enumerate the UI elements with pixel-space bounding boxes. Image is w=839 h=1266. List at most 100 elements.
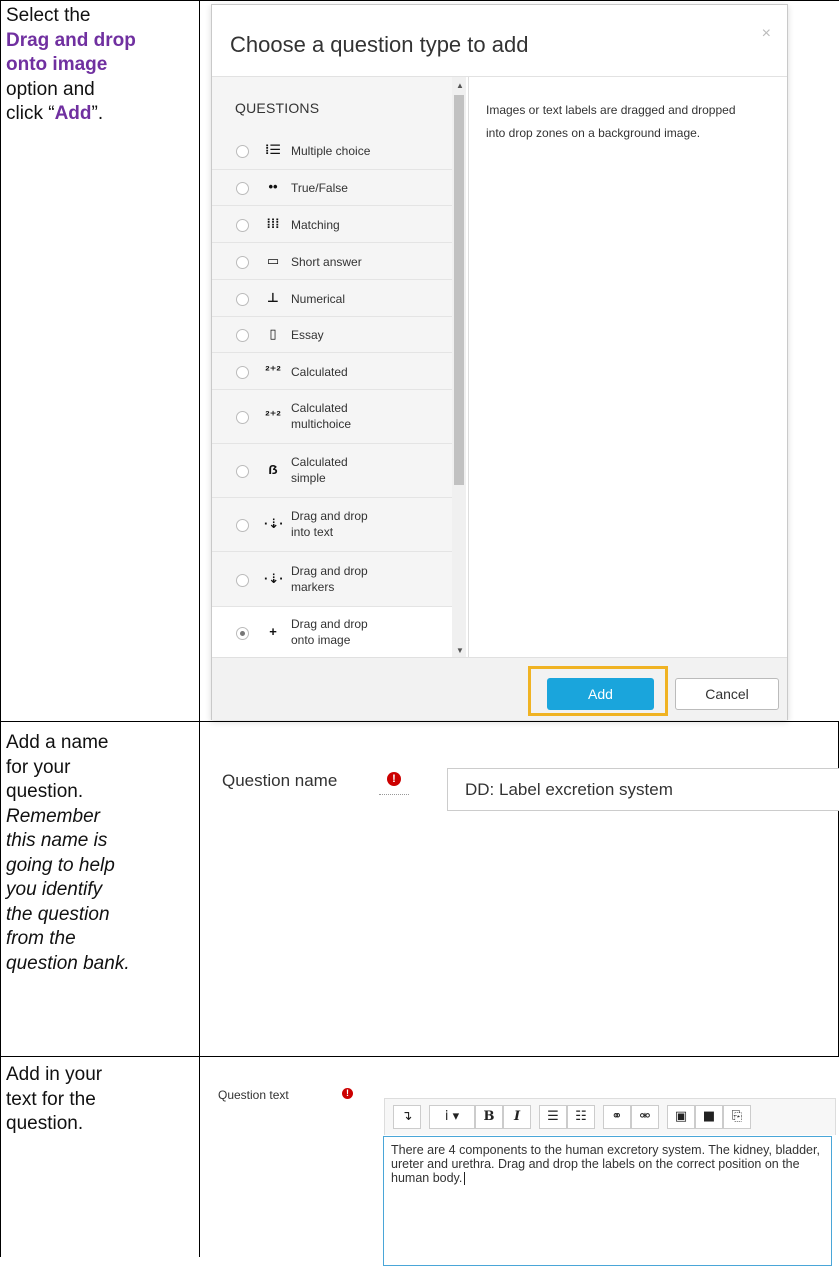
question-type-radio[interactable] bbox=[236, 329, 249, 342]
question-type-description: Images or text labels are dragged and dr… bbox=[486, 103, 736, 140]
question-type-item[interactable]: •• True/False bbox=[212, 169, 452, 206]
question-type-label-line1: Calculated bbox=[291, 401, 348, 415]
pane-divider bbox=[468, 77, 469, 657]
question-type-label-line1: Essay bbox=[291, 328, 324, 342]
dialog-footer: Add Cancel bbox=[212, 657, 787, 720]
question-name-label: Question name bbox=[222, 771, 338, 790]
question-type-icon: •• bbox=[268, 179, 278, 194]
question-type-label: Matching bbox=[291, 217, 340, 233]
table-border-top bbox=[0, 0, 839, 1]
question-type-label-line1: Short answer bbox=[291, 254, 362, 269]
cancel-button[interactable]: Cancel bbox=[675, 678, 779, 710]
question-type-item[interactable]: ⁞☰ Multiple choice bbox=[212, 132, 452, 169]
question-type-icon: ²⁺² bbox=[265, 408, 281, 423]
question-text-editor[interactable]: There are 4 components to the human excr… bbox=[383, 1136, 832, 1266]
question-type-item[interactable]: ⁞⁞⁞ Matching bbox=[212, 205, 452, 243]
paragraph-style-button[interactable]: i ▾ bbox=[429, 1105, 475, 1129]
question-type-radio[interactable] bbox=[236, 218, 249, 232]
question-type-radio[interactable] bbox=[236, 255, 249, 269]
question-type-label-line1: Drag and drop bbox=[291, 509, 368, 523]
question-type-radio[interactable] bbox=[236, 292, 249, 306]
question-type-radio[interactable] bbox=[236, 365, 249, 379]
unlink-button[interactable]: ⚮ bbox=[631, 1105, 659, 1129]
required-underline bbox=[379, 793, 409, 795]
editor-content: There are 4 components to the human excr… bbox=[391, 1143, 820, 1185]
question-type-label-line1: Multiple choice bbox=[291, 143, 371, 158]
dialog-title: Choose a question type to add bbox=[230, 32, 529, 57]
manage-files-button[interactable]: ⎘ bbox=[723, 1105, 751, 1129]
question-type-label: True/False bbox=[291, 180, 348, 196]
question-type-item[interactable]: ▭ Short answer bbox=[212, 242, 452, 280]
bold-button[interactable]: B bbox=[475, 1105, 503, 1129]
question-type-item[interactable]: ·⇣· Drag and drop markers bbox=[212, 551, 452, 607]
question-type-radio[interactable] bbox=[236, 573, 249, 587]
question-type-item[interactable]: ▯ Essay bbox=[212, 316, 452, 353]
instruction-question-text: Add in your text for the question. bbox=[6, 1064, 103, 1134]
question-type-radio[interactable] bbox=[236, 465, 249, 478]
question-type-label: Calculated multichoice bbox=[291, 400, 351, 432]
instruction-select-type: Select the Drag and drop onto image opti… bbox=[6, 5, 136, 124]
media-button[interactable]: ■ bbox=[695, 1105, 723, 1129]
ordered-list-button[interactable]: ☷ bbox=[567, 1105, 595, 1129]
unordered-list-button[interactable]: ☰ bbox=[539, 1105, 567, 1129]
question-type-icon: ⁞⁞⁞ bbox=[266, 215, 280, 231]
question-type-label: Multiple choice bbox=[291, 143, 370, 159]
question-type-icon: ·⇣· bbox=[264, 516, 284, 531]
row-divider-1 bbox=[0, 721, 839, 722]
question-type-item[interactable]: ²⁺² Calculated bbox=[212, 352, 452, 390]
question-type-label-line1: True/False bbox=[291, 181, 348, 195]
question-type-icon: ẞ bbox=[268, 462, 278, 477]
question-type-label-line1: Drag and drop bbox=[291, 616, 368, 631]
question-type-icon: ·⇣· bbox=[264, 570, 284, 586]
question-type-label: Numerical bbox=[291, 291, 345, 307]
question-type-label: Short answer bbox=[291, 254, 362, 270]
scroll-thumb[interactable] bbox=[454, 95, 464, 485]
question-type-item[interactable]: + Drag and drop onto image bbox=[212, 606, 452, 657]
question-type-icon: ▯ bbox=[269, 326, 277, 341]
question-type-label-line1: Numerical bbox=[291, 291, 346, 306]
question-type-label-line2: markers bbox=[291, 579, 335, 594]
editor-toolbar: ↴ i ▾ B I ☰ ☷ ⚭ ⚮ ▣ ■ ⎘ bbox=[384, 1098, 836, 1135]
question-type-label: Essay bbox=[291, 327, 324, 343]
question-type-item[interactable]: ⊥ Numerical bbox=[212, 279, 452, 317]
question-type-radio[interactable] bbox=[236, 626, 249, 640]
question-type-item[interactable]: ẞ Calculated simple bbox=[212, 443, 452, 498]
question-type-label-line2: into text bbox=[291, 525, 334, 539]
list-heading: QUESTIONS bbox=[235, 100, 320, 116]
link-button[interactable]: ⚭ bbox=[603, 1105, 631, 1129]
question-type-item[interactable]: ²⁺² Calculated multichoice bbox=[212, 389, 452, 444]
table-border-left bbox=[0, 0, 1, 1257]
question-type-list[interactable]: QUESTIONS ⁞☰ Multiple choice •• True/False ⁞… bbox=[212, 77, 466, 657]
question-type-icon: ²⁺² bbox=[265, 362, 281, 378]
add-button[interactable]: Add bbox=[547, 678, 654, 710]
question-type-label-line2: multichoice bbox=[291, 417, 352, 431]
question-type-label: Calculated bbox=[291, 364, 348, 380]
question-type-radio[interactable] bbox=[236, 144, 249, 158]
required-error-icon: ! bbox=[342, 1088, 353, 1099]
required-error-icon: ! bbox=[387, 772, 401, 786]
question-type-label: Drag and drop into text bbox=[291, 508, 368, 540]
scroll-down-arrow-icon[interactable]: ▼ bbox=[456, 646, 464, 655]
question-type-icon: ▭ bbox=[266, 252, 280, 268]
question-type-radio[interactable] bbox=[236, 519, 249, 532]
row-divider-2 bbox=[0, 1056, 839, 1057]
close-icon[interactable]: × bbox=[762, 25, 771, 43]
question-type-radio[interactable] bbox=[236, 411, 249, 424]
question-type-icon: + bbox=[269, 623, 277, 639]
image-button[interactable]: ▣ bbox=[667, 1105, 695, 1129]
question-type-item[interactable]: ·⇣· Drag and drop into text bbox=[212, 497, 452, 552]
question-type-radio[interactable] bbox=[236, 182, 249, 195]
question-type-icon: ⊥ bbox=[267, 289, 279, 305]
list-scrollbar[interactable]: ▲ ▼ bbox=[452, 77, 466, 657]
question-type-label-line2: onto image bbox=[291, 632, 351, 647]
instruction-name-question: Add a name for your question. Remember t… bbox=[6, 732, 130, 974]
question-type-label: Drag and drop onto image bbox=[291, 616, 368, 648]
scroll-up-arrow-icon[interactable]: ▲ bbox=[456, 81, 464, 90]
italic-button[interactable]: I bbox=[503, 1105, 531, 1129]
question-type-label-line1: Matching bbox=[291, 217, 340, 232]
expand-toolbar-button[interactable]: ↴ bbox=[393, 1105, 421, 1129]
question-name-input[interactable] bbox=[447, 768, 839, 811]
question-type-label-line2: simple bbox=[291, 471, 326, 485]
question-type-dialog: Choose a question type to add × QUESTION… bbox=[211, 4, 788, 720]
question-text-label: Question text bbox=[218, 1088, 289, 1102]
